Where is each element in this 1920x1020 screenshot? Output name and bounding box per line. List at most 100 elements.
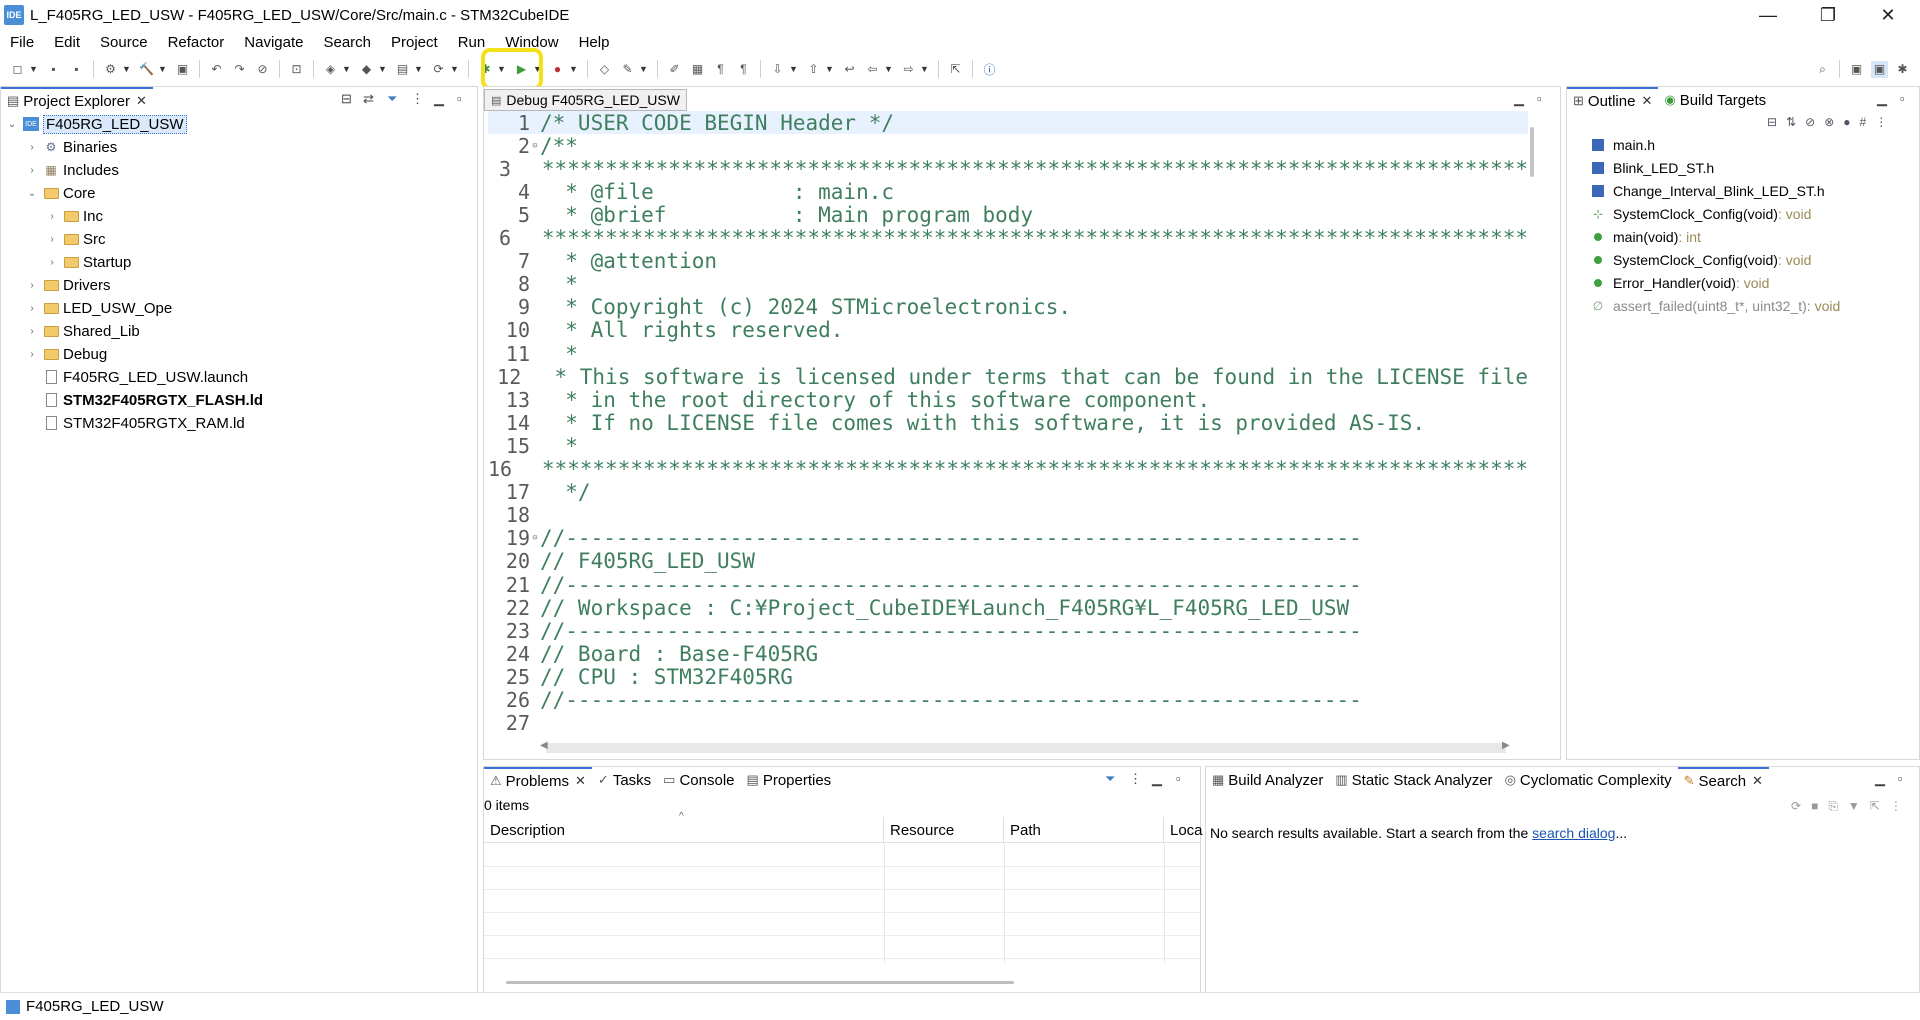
hide-fields-icon[interactable]: ⊘ <box>1805 115 1815 129</box>
code-line[interactable]: 2 ⊖/** <box>488 134 1528 158</box>
outline-item[interactable]: main(void) : int <box>1587 225 1701 248</box>
menu-help[interactable]: Help <box>569 34 620 51</box>
search-dialog-link[interactable]: search dialog <box>1532 825 1615 841</box>
code-line[interactable]: 3 **************************************… <box>488 157 1528 181</box>
tab-search[interactable]: ✎ Search ✕ <box>1677 767 1769 793</box>
refresh-icon[interactable]: ⟳ <box>430 61 447 78</box>
back-icon[interactable]: ⇦ <box>864 61 881 78</box>
collapsed-chevron-icon[interactable]: › <box>25 280 39 291</box>
close-window-button[interactable]: ✕ <box>1860 0 1916 30</box>
expanded-chevron-icon[interactable]: ⌄ <box>25 188 39 199</box>
tree-item[interactable]: › Drivers <box>25 274 110 296</box>
search-pin-icon[interactable]: ⇱ <box>1870 799 1880 814</box>
code-line[interactable]: 26 //------------------------------------… <box>488 688 1528 712</box>
tab-static-stack-analyzer[interactable]: ▥ Static Stack Analyzer <box>1329 767 1498 793</box>
toggle-block-selection-icon[interactable]: ▦ <box>689 61 706 78</box>
close-problems-tab-icon[interactable]: ✕ <box>575 773 586 789</box>
column-description[interactable]: Description ^ <box>484 811 884 843</box>
collapsed-chevron-icon[interactable]: › <box>25 165 39 176</box>
tree-item[interactable]: › LED_USW_Ope <box>25 297 172 319</box>
tree-item[interactable]: › Src <box>45 228 105 250</box>
minimize-button[interactable]: — <box>1740 0 1796 30</box>
manage-config-dropdown-icon[interactable]: ▼ <box>122 64 131 74</box>
restore-button[interactable]: ❐ <box>1800 0 1856 30</box>
code-line[interactable]: 19 ⊖//-----------------------------------… <box>488 526 1528 550</box>
search-minimize-icon[interactable]: ▁ <box>1875 771 1885 787</box>
code-line[interactable]: 24 // Board : Base-F405RG <box>488 642 1528 666</box>
code-line[interactable]: 16 *************************************… <box>488 457 1528 481</box>
outline-menu-icon[interactable]: ⋮ <box>1875 115 1887 129</box>
hide-macros-icon[interactable]: # <box>1860 115 1867 129</box>
open-perspective-icon[interactable]: ⇱ <box>947 61 964 78</box>
editor-minimize-icon[interactable]: ▁ <box>1514 91 1524 107</box>
code-area[interactable]: 1/* USER CODE BEGIN Header */2 ⊖/** 3 ****… <box>488 111 1528 735</box>
outline-collapse-icon[interactable]: ⊟ <box>1767 115 1777 129</box>
save-all-icon[interactable]: ▪ <box>68 61 85 78</box>
code-line[interactable]: 4 * @file : main.c <box>488 180 1528 204</box>
collapsed-chevron-icon[interactable]: › <box>45 257 59 268</box>
code-line[interactable]: 8 * <box>488 272 1528 296</box>
expanded-chevron-icon[interactable]: ⌄ <box>5 119 19 130</box>
forward-icon[interactable]: ⇨ <box>900 61 917 78</box>
tree-item[interactable]: ⌄ Core <box>25 182 96 204</box>
code-line[interactable]: 7 * @attention <box>488 249 1528 273</box>
search-refresh-icon[interactable]: ⟳ <box>1791 799 1801 814</box>
outline-item[interactable]: main.h <box>1587 133 1655 156</box>
horizontal-scrollbar[interactable]: ◀ ▶ <box>540 740 1510 753</box>
scroll-right-icon[interactable]: ▶ <box>1502 740 1510 751</box>
problems-filter-icon[interactable]: ⏷ <box>1105 771 1115 787</box>
outline-item[interactable]: Change_Interval_Blink_LED_ST.h <box>1587 179 1825 202</box>
tab-properties[interactable]: ▤ Properties <box>741 767 838 793</box>
outline-item[interactable]: SystemClock_Config(void) : void <box>1587 248 1811 271</box>
close-tab-icon[interactable]: ✕ <box>136 93 147 109</box>
search-tool-icon[interactable]: ✎ <box>619 61 636 78</box>
tab-outline[interactable]: ⊞ Outline ✕ <box>1567 87 1659 113</box>
problems-hscrollbar[interactable] <box>506 981 1014 984</box>
perspective-debug-icon[interactable]: ✱ <box>1894 61 1911 78</box>
outline-maximize-icon[interactable]: ▫ <box>1900 91 1905 106</box>
fold-toggle-icon[interactable]: ⊖ <box>530 141 540 151</box>
code-line[interactable]: 12 * This software is licensed under ter… <box>488 365 1528 389</box>
outline-item[interactable]: ∅ assert_failed(uint8_t*, uint32_t) : voi… <box>1587 294 1841 317</box>
collapse-all-icon[interactable]: ⊟ <box>341 91 352 107</box>
editor-maximize-icon[interactable]: ▫ <box>1537 91 1542 106</box>
manage-config-icon[interactable]: ⚙ <box>102 61 119 78</box>
build-dropdown-icon[interactable]: ▼ <box>158 64 167 74</box>
code-line[interactable]: 11 * <box>488 342 1528 366</box>
column-resource[interactable]: Resource <box>884 817 1004 843</box>
code-line[interactable]: 13 * in the root directory of this softw… <box>488 388 1528 412</box>
close-search-tab-icon[interactable]: ✕ <box>1752 773 1763 789</box>
problems-menu-icon[interactable]: ⋮ <box>1129 771 1142 787</box>
problems-maximize-icon[interactable]: ▫ <box>1176 771 1181 786</box>
tab-project-explorer[interactable]: ▤ Project Explorer ✕ <box>1 87 153 113</box>
scroll-left-icon[interactable]: ◀ <box>540 740 548 751</box>
code-line[interactable]: 20 // F405RG_LED_USW <box>488 549 1528 573</box>
code-line[interactable]: 5 * @brief : Main program body <box>488 203 1528 227</box>
menu-refactor[interactable]: Refactor <box>158 34 235 51</box>
search-history-dropdown-icon[interactable]: ▼ <box>1848 799 1860 814</box>
skip-breakpoints-icon[interactable]: ⊘ <box>254 61 271 78</box>
new-folder-icon[interactable]: ◆ <box>358 61 375 78</box>
code-line[interactable]: 18 <box>488 503 1528 527</box>
tree-item[interactable]: › ⚙ Binaries <box>25 136 117 158</box>
hide-static-icon[interactable]: ⊗ <box>1824 115 1834 129</box>
menu-source[interactable]: Source <box>90 34 158 51</box>
terminal-icon[interactable]: ⊡ <box>288 61 305 78</box>
menu-navigate[interactable]: Navigate <box>234 34 313 51</box>
forward-dropdown-icon[interactable]: ▼ <box>920 64 929 74</box>
problems-minimize-icon[interactable]: ▁ <box>1152 771 1162 787</box>
outline-item[interactable]: Error_Handler(void) : void <box>1587 271 1769 294</box>
menu-file[interactable]: File <box>0 34 44 51</box>
tree-item[interactable]: › Shared_Lib <box>25 320 139 342</box>
tab-problems[interactable]: ⚠ Problems ✕ <box>484 767 592 793</box>
tab-tasks[interactable]: ✓ Tasks <box>592 767 657 793</box>
new-folder-dropdown-icon[interactable]: ▼ <box>378 64 387 74</box>
tab-build-analyzer[interactable]: ▦ Build Analyzer <box>1206 767 1329 793</box>
code-line[interactable]: 14 * If no LICENSE file comes with this … <box>488 411 1528 435</box>
collapsed-chevron-icon[interactable]: › <box>45 211 59 222</box>
new-project-dropdown-icon[interactable]: ▼ <box>342 64 351 74</box>
outline-minimize-icon[interactable]: ▁ <box>1877 91 1887 107</box>
search-menu-icon[interactable]: ⋮ <box>1890 799 1902 814</box>
close-outline-tab-icon[interactable]: ✕ <box>1641 93 1652 109</box>
tree-item[interactable]: › ▦ Includes <box>25 159 119 181</box>
